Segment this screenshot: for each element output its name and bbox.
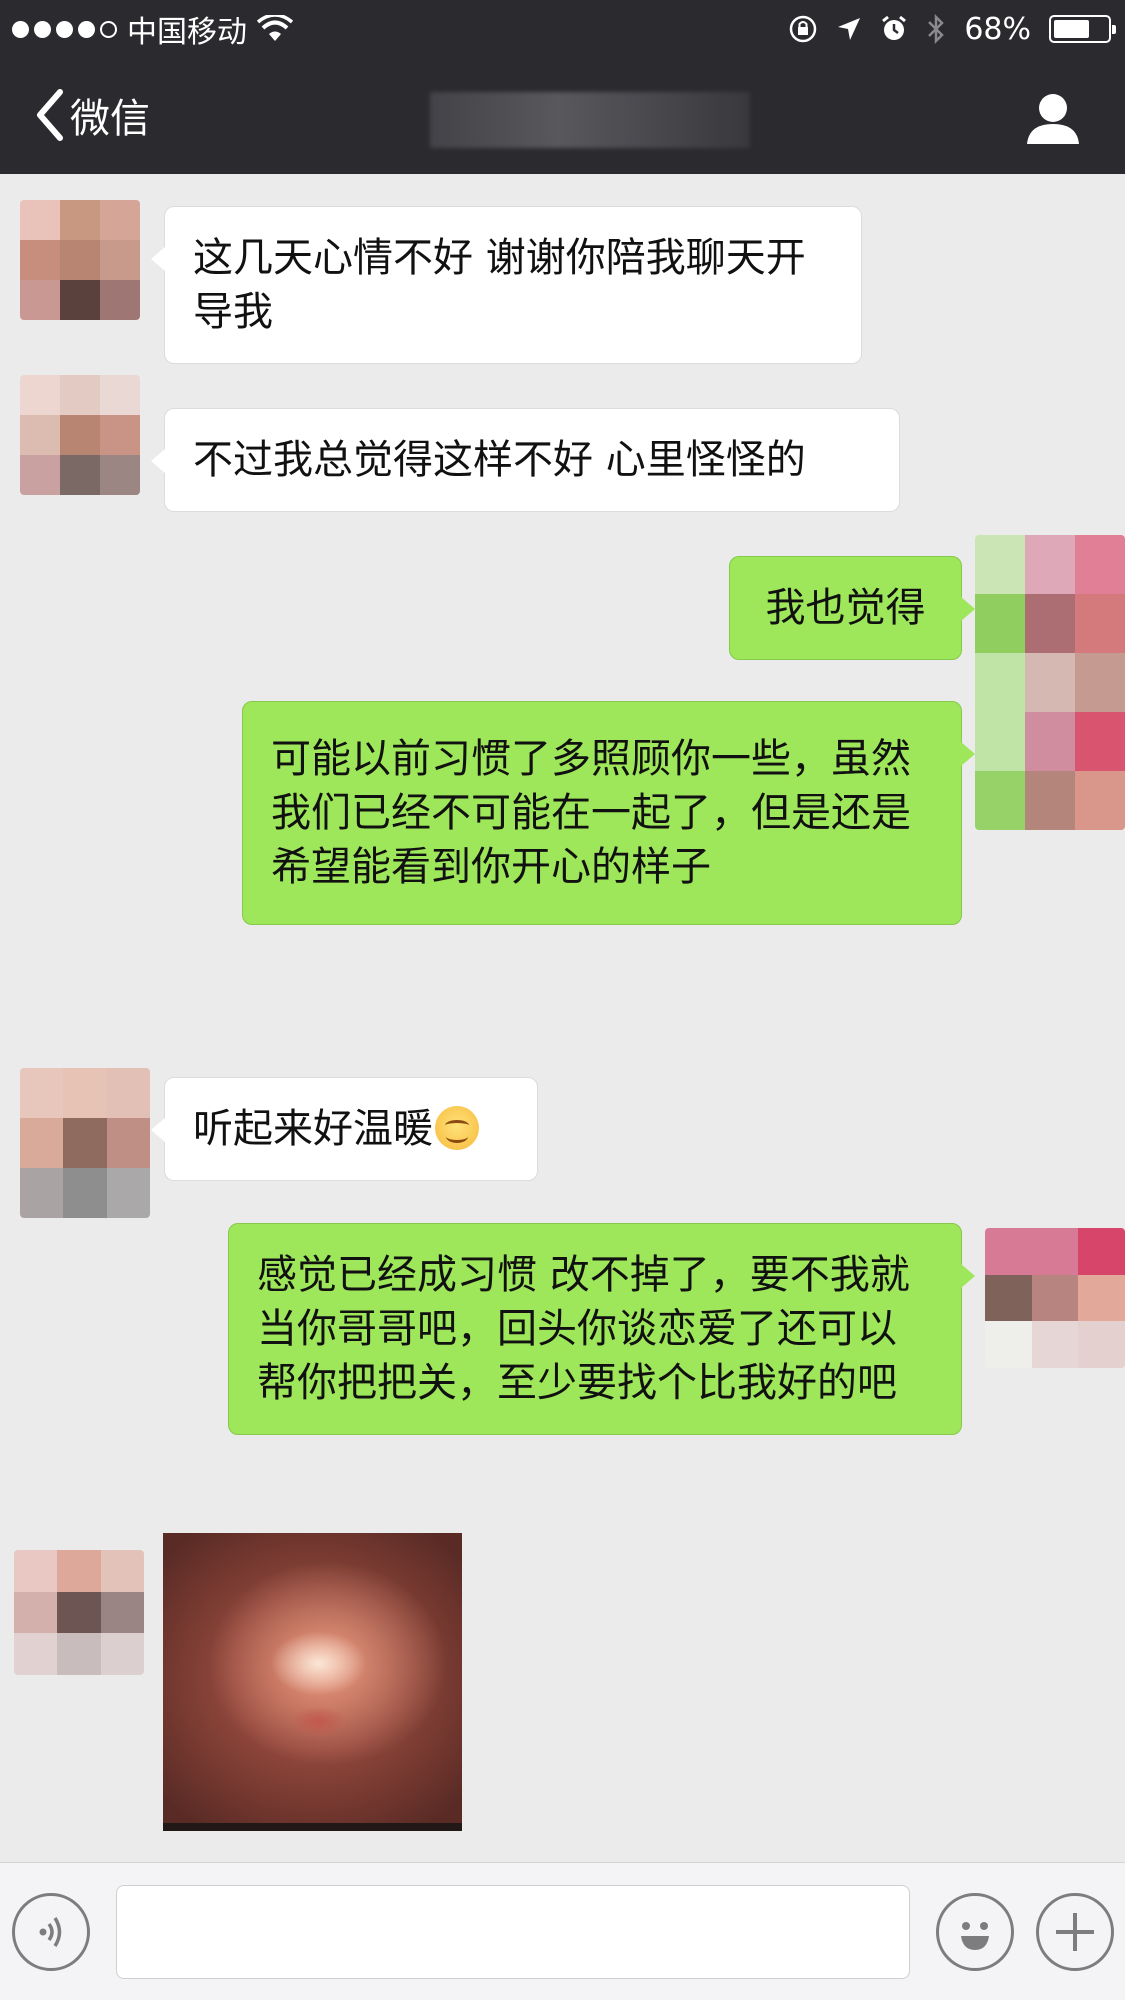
message-text: 不过我总觉得这样不好 心里怪怪的 [193,437,806,483]
plus-icon [1056,1913,1094,1951]
message-bubble-outgoing[interactable]: 我也觉得 [729,556,975,660]
message-text: 我也觉得 [765,585,926,631]
voice-icon [39,1917,62,1947]
carrier-name: 中国移动 [127,15,247,50]
battery-icon [1049,15,1116,43]
smiling-face-emoji-icon [435,1106,479,1150]
message-input[interactable] [116,1885,910,1979]
orientation-lock-icon [790,15,817,43]
alarm-icon [882,15,907,40]
chat-title-redacted [430,92,750,148]
chevron-left-icon [37,89,63,141]
wifi-icon [257,15,293,41]
message-text: 感觉已经成习惯 改不掉了，要不我就当你哥哥吧，回头你谈恋爱了还可以帮你把把关，至… [257,1252,910,1406]
voice-input-button[interactable] [12,1893,90,1971]
contact-avatar[interactable] [20,1068,150,1218]
back-label: 微信 [70,96,150,142]
message-text: 可能以前习惯了多照顾你一些，虽然我们已经不可能在一起了，但是还是希望能看到你开心… [271,736,911,890]
nav-bar: 微信 [0,58,1125,174]
chat-info-button[interactable] [1025,90,1081,146]
contact-avatar[interactable] [14,1550,144,1675]
my-avatar[interactable] [975,535,1125,830]
message-bubble-incoming[interactable]: 听起来好温暖 [151,1077,538,1181]
emoji-icon [961,1922,989,1950]
contact-avatar[interactable] [20,375,140,495]
back-button[interactable]: 微信 [34,86,150,144]
message-text: 这几天心情不好 谢谢你陪我聊天开导我 [193,235,806,335]
contact-avatar[interactable] [20,200,140,320]
message-bubble-incoming[interactable]: 这几天心情不好 谢谢你陪我聊天开导我 [151,206,862,364]
input-bar [0,1862,1125,2000]
message-bubble-outgoing[interactable]: 可能以前习惯了多照顾你一些，虽然我们已经不可能在一起了，但是还是希望能看到你开心… [242,701,975,925]
signal-strength-icon [12,20,117,38]
bluetooth-icon [928,13,945,45]
message-text: 听起来好温暖 [193,1106,433,1152]
battery-percent: 68% [964,11,1031,47]
message-bubble-outgoing[interactable]: 感觉已经成习惯 改不掉了，要不我就当你哥哥吧，回头你谈恋爱了还可以帮你把把关，至… [228,1223,975,1435]
more-options-button[interactable] [1036,1893,1114,1971]
my-avatar[interactable] [985,1228,1125,1368]
location-icon [838,18,861,40]
message-bubble-incoming[interactable]: 不过我总觉得这样不好 心里怪怪的 [151,408,900,512]
status-bar: 中国移动 68% [0,0,1125,58]
image-message[interactable] [163,1533,462,1831]
emoji-button[interactable] [936,1893,1014,1971]
